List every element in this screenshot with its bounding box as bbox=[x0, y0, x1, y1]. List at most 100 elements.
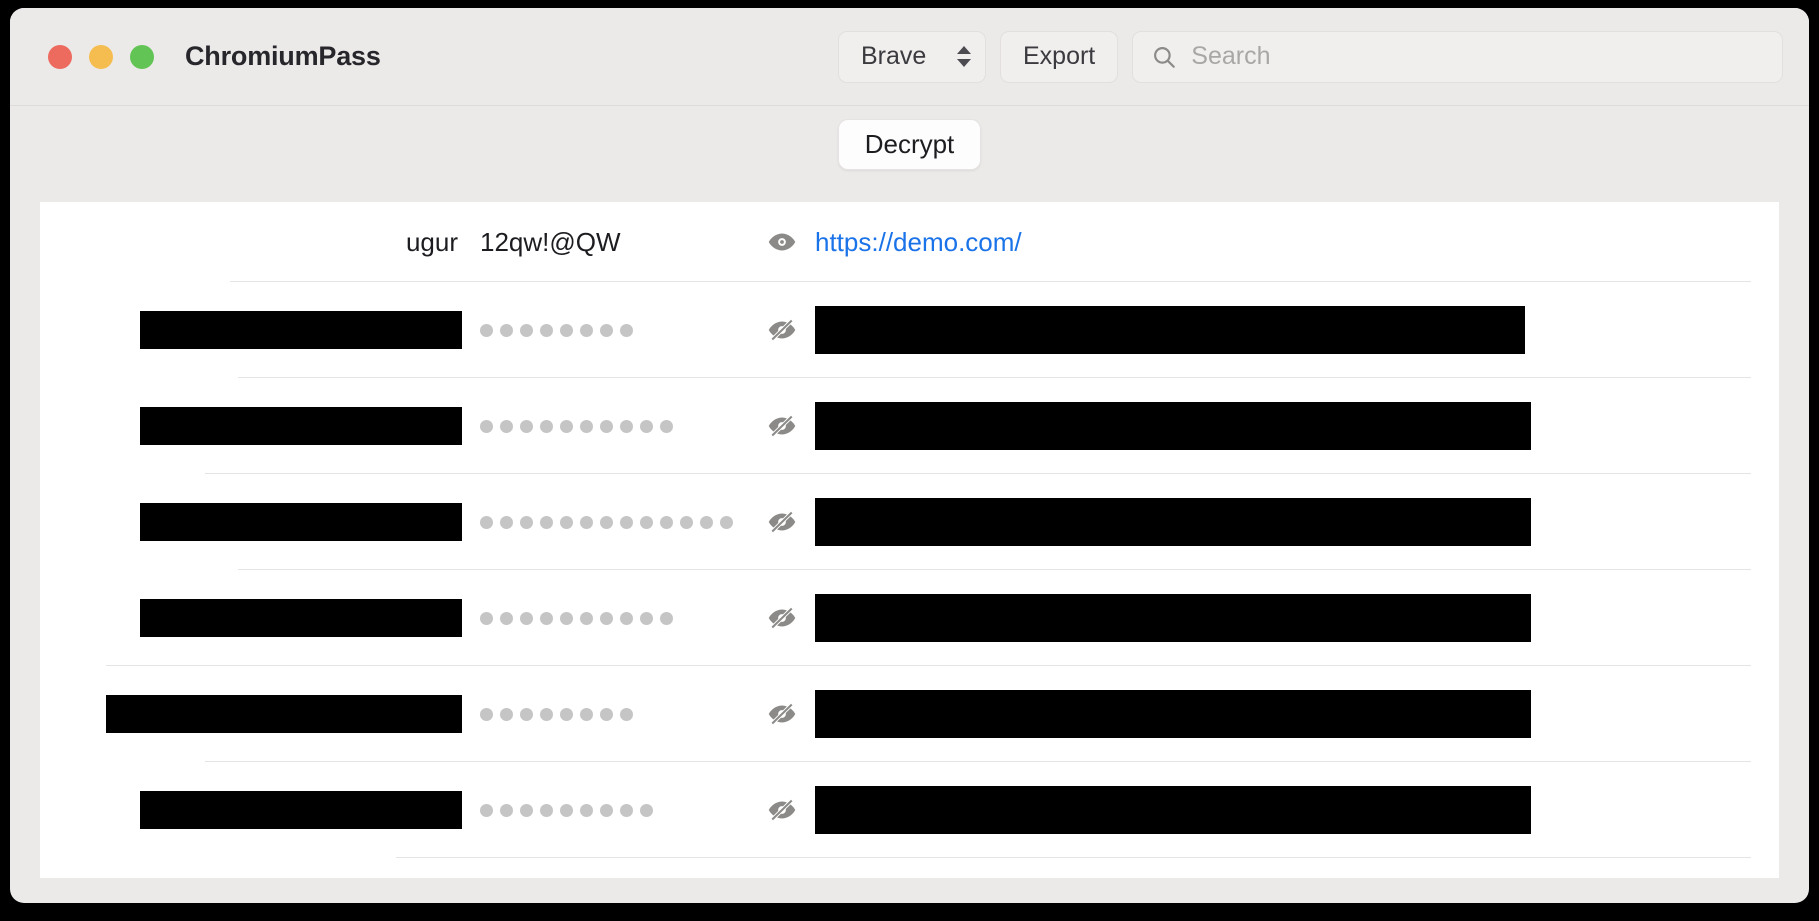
decrypt-button[interactable]: Decrypt bbox=[837, 119, 982, 170]
password-dot bbox=[640, 803, 653, 817]
browser-select[interactable]: Brave bbox=[838, 30, 986, 83]
password-dot bbox=[500, 611, 513, 625]
eye-hidden-icon bbox=[768, 319, 796, 341]
title-bar: ChromiumPass Brave Export bbox=[10, 8, 1809, 106]
credential-row[interactable] bbox=[40, 474, 1779, 570]
password-dot bbox=[560, 515, 573, 529]
url-redaction-bar bbox=[815, 402, 1531, 450]
password-dot bbox=[540, 611, 553, 625]
username-cell: ugur bbox=[40, 227, 458, 258]
export-button[interactable]: Export bbox=[1000, 30, 1119, 83]
password-cell bbox=[480, 707, 633, 721]
password-visibility-toggle[interactable] bbox=[762, 411, 802, 441]
url-cell bbox=[815, 594, 1751, 642]
password-dot bbox=[500, 707, 513, 721]
eye-hidden-icon bbox=[768, 511, 796, 533]
password-dot bbox=[480, 515, 493, 529]
password-dot bbox=[500, 323, 513, 337]
password-visibility-toggle[interactable] bbox=[762, 227, 802, 257]
password-dot bbox=[580, 323, 593, 337]
url-cell bbox=[815, 402, 1751, 450]
password-dot bbox=[520, 611, 533, 625]
password-dot bbox=[540, 419, 553, 433]
password-dot bbox=[620, 323, 633, 337]
password-dot bbox=[540, 707, 553, 721]
credential-row[interactable] bbox=[40, 282, 1779, 378]
eye-hidden-icon bbox=[768, 415, 796, 437]
password-dot bbox=[680, 515, 693, 529]
password-cell bbox=[480, 419, 673, 433]
credential-row[interactable] bbox=[40, 570, 1779, 666]
password-dot bbox=[600, 707, 613, 721]
password-dot bbox=[660, 419, 673, 433]
credential-row[interactable] bbox=[40, 762, 1779, 858]
password-dot bbox=[580, 707, 593, 721]
password-dot bbox=[480, 419, 493, 433]
password-dot bbox=[520, 323, 533, 337]
password-visibility-toggle[interactable] bbox=[762, 315, 802, 345]
username-redaction-bar bbox=[140, 407, 462, 445]
password-visibility-toggle[interactable] bbox=[762, 795, 802, 825]
search-input[interactable] bbox=[1191, 42, 1764, 71]
search-field[interactable] bbox=[1132, 30, 1783, 83]
url-cell bbox=[815, 498, 1751, 546]
password-dot bbox=[620, 611, 633, 625]
password-dot bbox=[540, 515, 553, 529]
password-text: 12qw!@QW bbox=[480, 226, 621, 257]
password-cell bbox=[480, 515, 733, 529]
password-dot bbox=[480, 707, 493, 721]
password-visibility-toggle[interactable] bbox=[762, 507, 802, 537]
chevron-up-down-icon bbox=[957, 46, 971, 67]
username-redaction-bar bbox=[140, 599, 462, 637]
browser-select-value: Brave bbox=[861, 42, 927, 70]
password-cell: 12qw!@QW bbox=[480, 227, 621, 258]
decrypt-toolbar: Decrypt bbox=[10, 106, 1809, 183]
password-dots bbox=[480, 515, 733, 529]
password-dot bbox=[580, 611, 593, 625]
credential-row[interactable] bbox=[40, 378, 1779, 474]
url-link[interactable]: https://demo.com/ bbox=[815, 227, 1022, 258]
password-dot bbox=[580, 419, 593, 433]
password-dot bbox=[560, 323, 573, 337]
password-dot bbox=[600, 515, 613, 529]
url-redaction-bar bbox=[815, 498, 1531, 546]
password-dot bbox=[480, 323, 493, 337]
url-cell bbox=[815, 786, 1751, 834]
credential-row[interactable] bbox=[40, 666, 1779, 762]
password-dot bbox=[480, 803, 493, 817]
password-dot bbox=[620, 419, 633, 433]
password-cell bbox=[480, 323, 633, 337]
username-text: ugur bbox=[405, 226, 458, 257]
close-button[interactable] bbox=[48, 44, 72, 69]
export-button-label: Export bbox=[1023, 42, 1096, 70]
password-dot bbox=[640, 515, 653, 529]
eye-hidden-icon bbox=[768, 607, 796, 629]
password-dot bbox=[640, 419, 653, 433]
url-redaction-bar bbox=[815, 594, 1531, 642]
password-dot bbox=[620, 803, 633, 817]
app-title: ChromiumPass bbox=[185, 41, 381, 71]
minimize-button[interactable] bbox=[89, 44, 113, 69]
credential-list: ugur 12qw!@QW https://demo.com/ bbox=[40, 202, 1779, 878]
password-dot bbox=[620, 707, 633, 721]
password-dot bbox=[520, 803, 533, 817]
url-redaction-bar bbox=[815, 690, 1531, 738]
app-window: ChromiumPass Brave Export Search Decrypt… bbox=[10, 8, 1809, 903]
password-visibility-toggle[interactable] bbox=[762, 603, 802, 633]
password-dot bbox=[560, 419, 573, 433]
maximize-button[interactable] bbox=[130, 44, 154, 69]
password-cell bbox=[480, 611, 673, 625]
username-redaction-bar bbox=[140, 503, 462, 541]
url-redaction-bar bbox=[815, 786, 1531, 834]
username-redaction-bar bbox=[140, 791, 462, 829]
password-dots bbox=[480, 611, 673, 625]
search-icon bbox=[1154, 46, 1176, 68]
username-redaction-bar bbox=[106, 695, 462, 733]
credential-row[interactable]: ugur 12qw!@QW https://demo.com/ bbox=[40, 202, 1779, 282]
url-cell bbox=[815, 306, 1751, 354]
password-dots bbox=[480, 707, 633, 721]
row-divider bbox=[396, 857, 1751, 858]
password-dot bbox=[520, 515, 533, 529]
password-visibility-toggle[interactable] bbox=[762, 699, 802, 729]
traffic-lights bbox=[48, 44, 154, 69]
